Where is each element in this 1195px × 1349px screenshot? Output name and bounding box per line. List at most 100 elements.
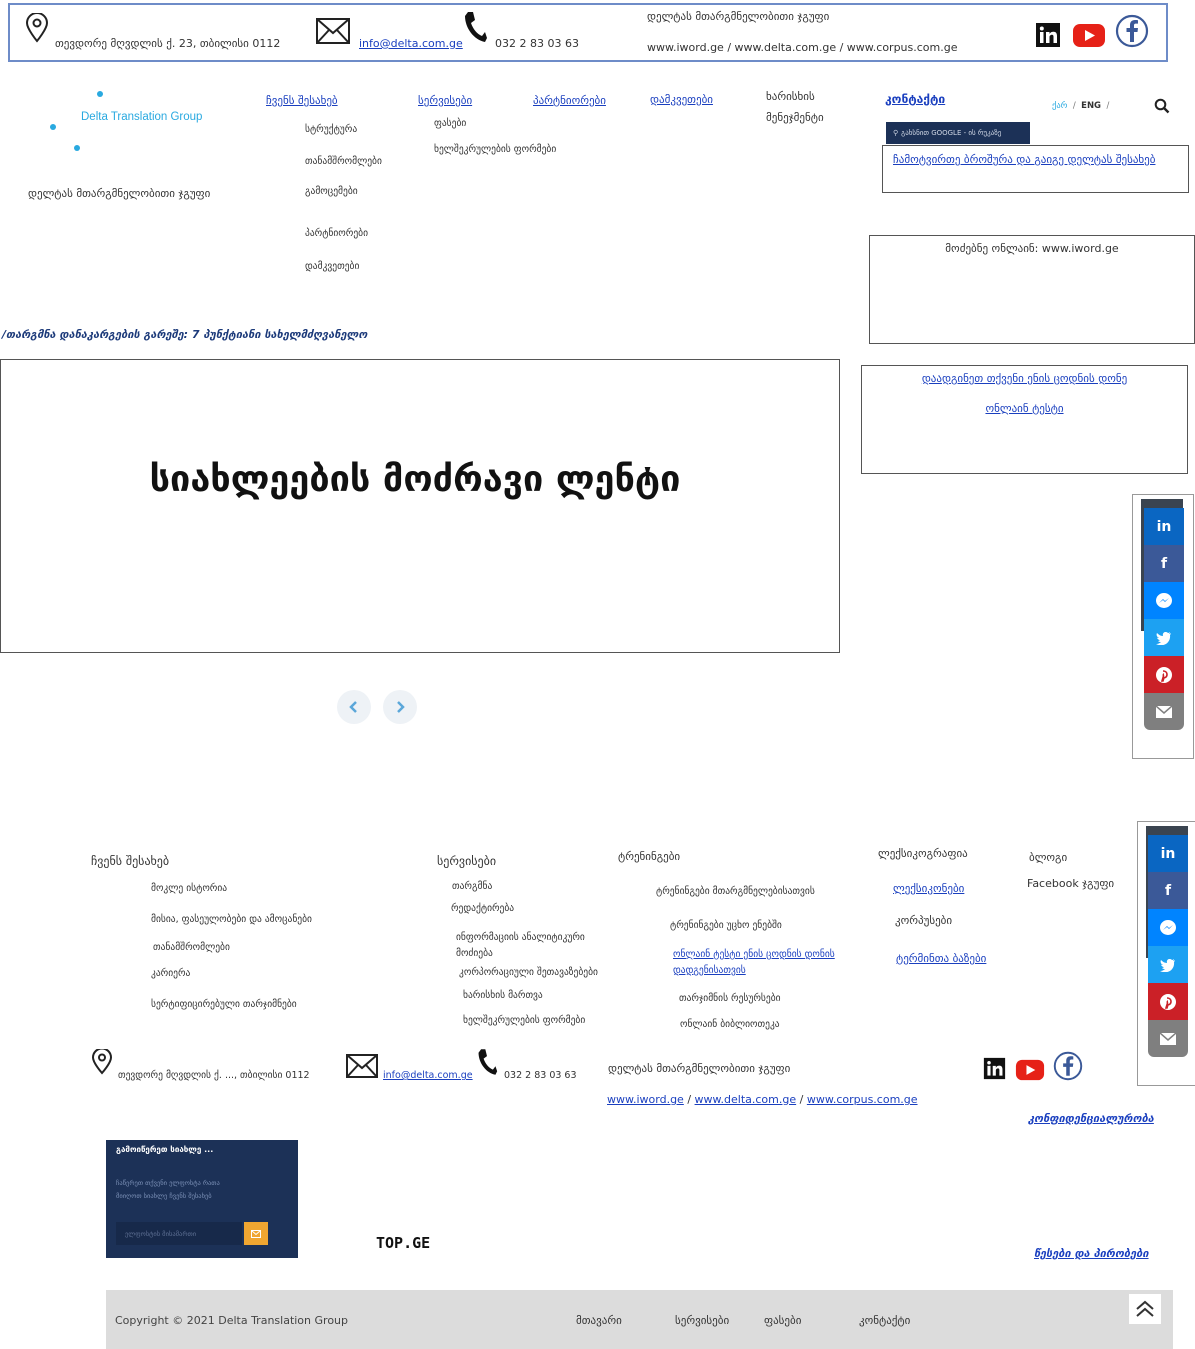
nav-contact[interactable]: კონტაქტი bbox=[885, 92, 945, 106]
breadcrumb: /თარგმნა დანაკარგების გარეშე: 7 პუნქტიან… bbox=[2, 328, 368, 341]
footer-link[interactable]: თარგმნა bbox=[452, 881, 492, 892]
footer-nav-prices[interactable]: ფასები bbox=[764, 1314, 801, 1327]
footer-term-bases-link[interactable]: ტერმინთა ბაზები bbox=[896, 952, 986, 965]
terms-link[interactable]: წესები და პირობები bbox=[1034, 1247, 1149, 1260]
linkedin-icon[interactable] bbox=[983, 1057, 1006, 1080]
logo-dot bbox=[74, 145, 80, 151]
online-search-text[interactable]: მოძებნე ონლაინ: www.iword.ge bbox=[869, 242, 1195, 255]
share-twitter-button[interactable] bbox=[1144, 619, 1184, 656]
share-pinterest-button[interactable] bbox=[1148, 983, 1188, 1020]
nav-partners[interactable]: პარტნიორები bbox=[533, 94, 606, 107]
mail-icon bbox=[251, 1229, 261, 1238]
share-pinterest-button[interactable] bbox=[1144, 656, 1184, 693]
nav-services[interactable]: სერვისები bbox=[418, 94, 472, 107]
share-email-button[interactable] bbox=[1148, 1020, 1188, 1057]
newsletter-email-input[interactable]: ელფოსტის მისამართი bbox=[116, 1222, 242, 1245]
share-linkedin-button[interactable]: in bbox=[1148, 835, 1188, 872]
footer-link[interactable]: თარჯიმნის რესურსები bbox=[679, 993, 781, 1004]
lang-en[interactable]: ENG bbox=[1081, 101, 1101, 111]
privacy-link[interactable]: კონფიდენციალურობა bbox=[1028, 1112, 1154, 1125]
facebook-icon[interactable] bbox=[1053, 1051, 1083, 1081]
map-pin-icon: ⚲ bbox=[893, 129, 899, 137]
share-facebook-button[interactable]: f bbox=[1144, 545, 1184, 582]
footer-link[interactable]: თანამშრომლები bbox=[153, 942, 230, 953]
nav-services-sub-item[interactable]: ფასები bbox=[434, 118, 466, 129]
scroll-to-top-button[interactable] bbox=[1129, 1294, 1161, 1324]
share-messenger-button[interactable] bbox=[1144, 582, 1184, 619]
footer-link[interactable]: კორპორაციული შეთავაზებები bbox=[459, 967, 598, 978]
online-test-link[interactable]: ონლაინ ტესტი bbox=[861, 402, 1188, 415]
footer-link[interactable]: ტრენინგები უცხო ენებში bbox=[670, 920, 782, 931]
envelope-icon bbox=[316, 18, 350, 44]
location-pin-icon bbox=[91, 1049, 113, 1075]
footer-link[interactable]: ხარისხის მართვა bbox=[463, 990, 543, 1001]
share-messenger-button[interactable] bbox=[1148, 909, 1188, 946]
facebook-icon[interactable] bbox=[1115, 14, 1149, 48]
open-google-maps-button[interactable]: ⚲ გახსნით GOOGLE - ის რუკაზე bbox=[886, 122, 1030, 144]
top-contact-bar bbox=[8, 3, 1168, 62]
lang-ka[interactable]: ქარ bbox=[1052, 101, 1067, 111]
footer-nav-contact[interactable]: კონტაქტი bbox=[859, 1314, 910, 1327]
footer-address: თევდორე მღვდლის ქ. ..., თბილისი 0112 bbox=[118, 1070, 310, 1081]
footer-link[interactable]: ხელშეკრულების ფორმები bbox=[463, 1015, 585, 1026]
share-email-button[interactable] bbox=[1144, 693, 1184, 730]
nav-about[interactable]: ჩვენს შესახებ bbox=[266, 94, 338, 107]
footer-online-test-link-2[interactable]: დადგენისათვის bbox=[673, 965, 746, 976]
footer-link[interactable]: რედაქტირება bbox=[451, 903, 514, 914]
nav-about-sub-item[interactable]: თანამშრომლები bbox=[305, 156, 382, 167]
nav-services-sub-item[interactable]: ხელშეკრულების ფორმები bbox=[434, 144, 556, 155]
nav-clients[interactable]: დამკვეთები bbox=[650, 93, 713, 106]
footer-nav-services[interactable]: სერვისები bbox=[675, 1314, 729, 1327]
nav-about-sub-item[interactable]: დამკვეთები bbox=[305, 261, 359, 272]
footer-col-about-title: ჩვენს შესახებ bbox=[91, 854, 170, 868]
footer-nav-home[interactable]: მთავარი bbox=[576, 1314, 622, 1327]
nav-quality-line1[interactable]: ხარისხის bbox=[766, 90, 815, 103]
share-twitter-button[interactable] bbox=[1148, 946, 1188, 983]
logo-dot bbox=[50, 124, 56, 130]
footer-corpora[interactable]: კორპუსები bbox=[895, 914, 952, 927]
top-email-link[interactable]: info@delta.com.ge bbox=[359, 37, 463, 50]
newsletter-description-1: ჩაწერეთ თქვენი ელფოსტა რათა bbox=[116, 1179, 220, 1187]
share-linkedin-button[interactable]: in bbox=[1144, 508, 1184, 545]
share-facebook-button[interactable]: f bbox=[1148, 872, 1188, 909]
youtube-icon[interactable] bbox=[1015, 1059, 1045, 1081]
slider-prev-button[interactable] bbox=[337, 690, 371, 724]
footer-link[interactable]: ინფორმაციის ანალიტიკური bbox=[456, 932, 585, 943]
footer-online-test-link[interactable]: ონლაინ ტესტი ენის ცოდნის დონის bbox=[673, 949, 835, 960]
language-level-test-link[interactable]: დაადგინეთ თქვენი ენის ცოდნის დონე bbox=[861, 372, 1188, 385]
footer-dictionaries-link[interactable]: ლექსიკონები bbox=[893, 882, 964, 895]
nav-about-sub-item[interactable]: პარტნიორები bbox=[305, 228, 368, 239]
newsletter-submit-button[interactable] bbox=[244, 1222, 268, 1245]
website-link-iword[interactable]: www.iword.ge bbox=[607, 1093, 684, 1106]
share-buttons: in f bbox=[1148, 835, 1188, 1061]
footer-col-blog-title[interactable]: ბლოგი bbox=[1029, 851, 1067, 864]
footer-link[interactable]: მოძიება bbox=[456, 948, 493, 959]
footer-link[interactable]: ონლაინ ბიბლიოთეკა bbox=[680, 1019, 780, 1030]
website-separator: / bbox=[799, 1093, 804, 1106]
top-ge-counter[interactable]: TOP.GE bbox=[376, 1234, 430, 1252]
logo-text[interactable]: Delta Translation Group bbox=[81, 111, 202, 123]
nav-about-sub-item[interactable]: გამოცემები bbox=[305, 186, 358, 197]
mail-icon bbox=[1160, 1032, 1176, 1045]
footer-facebook-group[interactable]: Facebook ჯგუფი bbox=[1027, 877, 1114, 890]
footer-email-link[interactable]: info@delta.com.ge bbox=[383, 1070, 473, 1081]
footer-link[interactable]: კარიერა bbox=[151, 968, 190, 979]
lang-separator: / bbox=[1072, 101, 1076, 111]
footer-link[interactable]: მისია, ფასეულობები და ამოცანები bbox=[151, 914, 312, 925]
website-link-corpus[interactable]: www.corpus.com.ge bbox=[807, 1093, 918, 1106]
pinterest-icon bbox=[1160, 993, 1176, 1010]
slider-next-button[interactable] bbox=[383, 690, 417, 724]
news-slider bbox=[0, 359, 840, 653]
twitter-icon bbox=[1160, 958, 1175, 972]
linkedin-icon[interactable] bbox=[1035, 22, 1061, 48]
top-websites[interactable]: www.iword.ge / www.delta.com.ge / www.co… bbox=[647, 41, 958, 54]
footer-link[interactable]: მოკლე ისტორია bbox=[151, 883, 227, 894]
nav-quality-line2[interactable]: მენეჯმენტი bbox=[766, 111, 824, 124]
download-brochure-link[interactable]: ჩამოტვირთე ბროშურა და გაიგე დელტას შესახ… bbox=[893, 151, 1178, 169]
nav-about-sub-item[interactable]: სტრუქტურა bbox=[305, 124, 357, 135]
footer-link[interactable]: ტრენინგები მთარგმნელებისათვის bbox=[656, 886, 815, 897]
website-link-delta[interactable]: www.delta.com.ge bbox=[695, 1093, 797, 1106]
footer-link[interactable]: სერტიფიცირებული თარჯიმნები bbox=[151, 999, 297, 1010]
youtube-icon[interactable] bbox=[1072, 23, 1106, 48]
search-icon[interactable] bbox=[1154, 98, 1170, 114]
